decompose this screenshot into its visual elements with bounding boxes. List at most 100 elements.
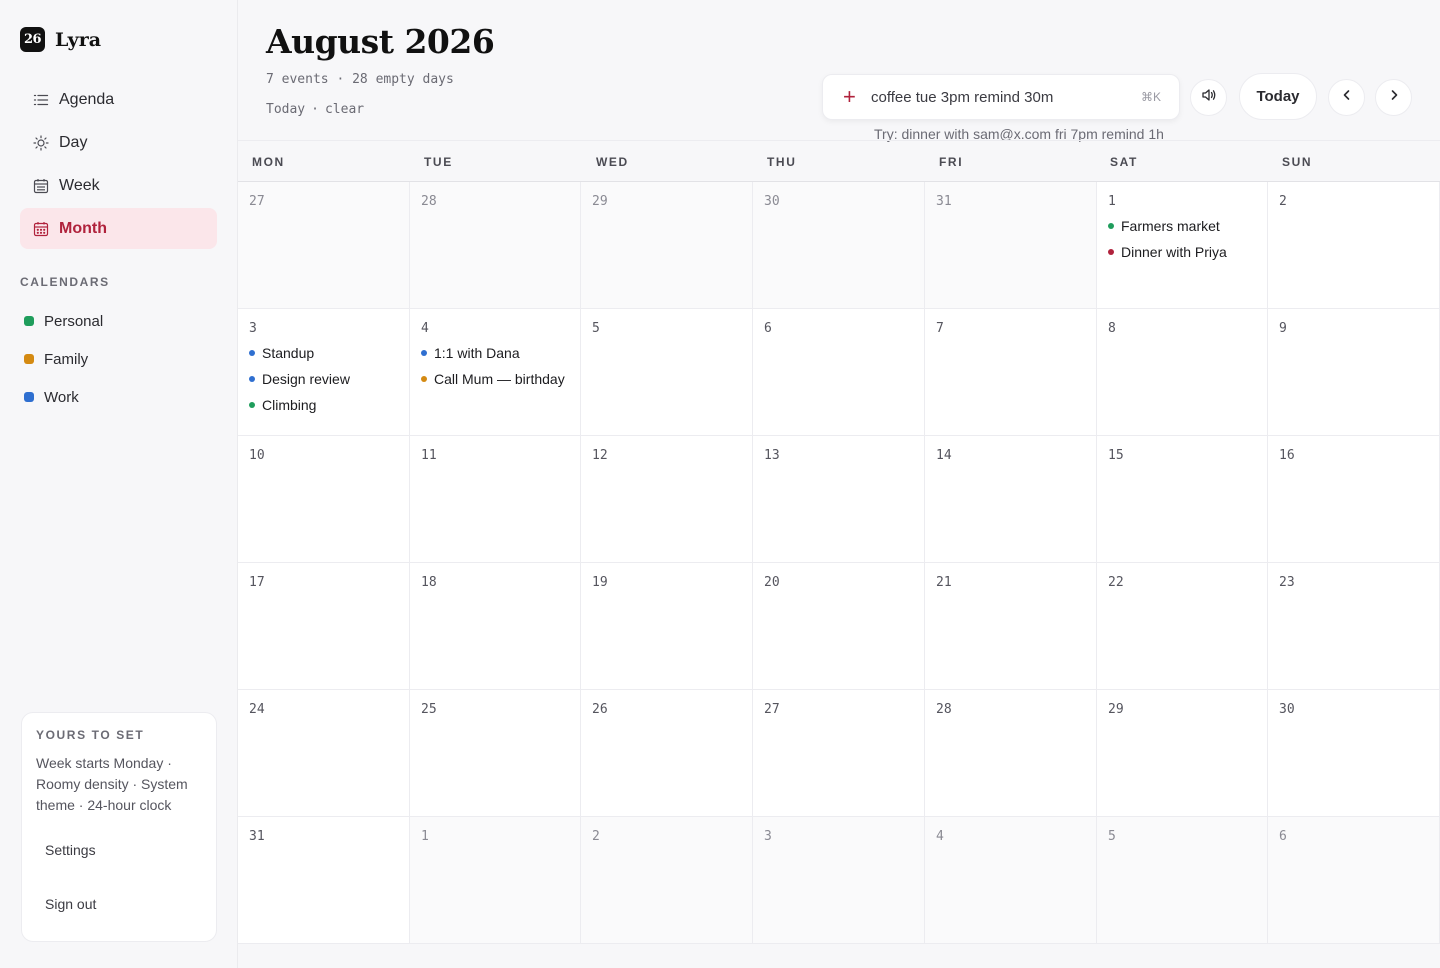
page-title: August 2026	[266, 22, 495, 61]
day-number: 1	[421, 829, 429, 844]
day-cell[interactable]: 13	[753, 436, 925, 563]
day-cell[interactable]: 23	[1268, 563, 1440, 690]
calendar-color-swatch	[24, 316, 34, 326]
day-number: 28	[936, 702, 952, 717]
calendar-event[interactable]: Climbing	[249, 396, 398, 414]
day-cell[interactable]: 29	[581, 182, 753, 309]
day-number: 24	[249, 702, 265, 717]
day-cell[interactable]: 6	[753, 309, 925, 436]
day-number: 27	[764, 702, 780, 717]
day-number: 15	[1108, 448, 1124, 463]
day-cell[interactable]: 30	[753, 182, 925, 309]
clear-link[interactable]: clear	[325, 102, 364, 117]
day-cell[interactable]: 7	[925, 309, 1097, 436]
day-cell[interactable]: 4 1:1 with Dana Call Mum — birthday	[410, 309, 581, 436]
calendar-list: Personal Family Work	[20, 302, 217, 416]
calendar-item-work[interactable]: Work	[20, 378, 217, 416]
nav-item-label: Week	[59, 176, 100, 194]
day-cell[interactable]: 15	[1097, 436, 1268, 563]
event-title: Dinner with Priya	[1121, 244, 1227, 260]
calendar-event[interactable]: Design review	[249, 370, 398, 388]
day-cell[interactable]: 20	[753, 563, 925, 690]
calendar-event[interactable]: Dinner with Priya	[1108, 243, 1256, 261]
calendar-color-swatch	[24, 392, 34, 402]
calendar-event[interactable]: Standup	[249, 344, 398, 362]
day-cell[interactable]: 24	[238, 690, 410, 817]
today-button[interactable]: Today	[1239, 73, 1317, 120]
quick-add-input[interactable]	[871, 88, 1141, 106]
day-cell[interactable]: 4	[925, 817, 1097, 944]
day-cell[interactable]: 27	[238, 182, 410, 309]
day-number: 27	[249, 194, 265, 209]
day-cell[interactable]: 16	[1268, 436, 1440, 563]
day-number: 17	[249, 575, 265, 590]
day-cell[interactable]: 3	[753, 817, 925, 944]
event-color-dot	[1108, 223, 1114, 229]
nav-item-agenda[interactable]: Agenda	[20, 79, 217, 120]
day-cell[interactable]: 9	[1268, 309, 1440, 436]
nav-item-label: Month	[59, 219, 107, 237]
day-cell[interactable]: 29	[1097, 690, 1268, 817]
day-cell[interactable]: 22	[1097, 563, 1268, 690]
day-cell[interactable]: 6	[1268, 817, 1440, 944]
day-cell[interactable]: 31	[925, 182, 1097, 309]
sun-icon	[32, 134, 49, 151]
calendar-item-family[interactable]: Family	[20, 340, 217, 378]
day-number: 9	[1279, 321, 1287, 336]
day-cell[interactable]: 12	[581, 436, 753, 563]
day-number: 31	[936, 194, 952, 209]
weekday-label: FRI	[939, 155, 964, 169]
calendar-month-icon	[32, 220, 49, 237]
day-cell[interactable]: 26	[581, 690, 753, 817]
day-cell[interactable]: 5	[581, 309, 753, 436]
day-cell[interactable]: 14	[925, 436, 1097, 563]
event-color-dot	[421, 376, 427, 382]
day-cell[interactable]: 21	[925, 563, 1097, 690]
quick-add-bar[interactable]: + ⌘K	[822, 74, 1180, 120]
day-cell[interactable]: 27	[753, 690, 925, 817]
calendars-section-title: CALENDARS	[20, 275, 110, 289]
calendar-week-icon	[32, 177, 49, 194]
nav-item-week[interactable]: Week	[20, 165, 217, 206]
previous-month-button[interactable]	[1328, 79, 1365, 116]
event-title: Climbing	[262, 397, 317, 413]
day-cell[interactable]: 28	[410, 182, 581, 309]
day-cell[interactable]: 1 Farmers market Dinner with Priya	[1097, 182, 1268, 309]
day-cell[interactable]: 5	[1097, 817, 1268, 944]
day-cell[interactable]: 3 Standup Design review Climbing	[238, 309, 410, 436]
settings-link[interactable]: Settings	[36, 832, 204, 868]
weekday-label: MON	[252, 155, 285, 169]
day-number: 30	[764, 194, 780, 209]
day-number: 12	[592, 448, 608, 463]
day-cell[interactable]: 17	[238, 563, 410, 690]
brand[interactable]: 26 Lyra	[20, 27, 101, 52]
day-number: 28	[421, 194, 437, 209]
day-cell[interactable]: 2	[581, 817, 753, 944]
day-cell[interactable]: 31	[238, 817, 410, 944]
day-cell[interactable]: 1	[410, 817, 581, 944]
sign-out-link[interactable]: Sign out	[36, 886, 204, 922]
day-cell[interactable]: 28	[925, 690, 1097, 817]
day-number: 18	[421, 575, 437, 590]
day-cell[interactable]: 10	[238, 436, 410, 563]
day-cell[interactable]: 19	[581, 563, 753, 690]
today-link[interactable]: Today	[266, 102, 305, 117]
month-grid: MON TUE WED THU FRI SAT SUN 27 28 29 30 31 1 F…	[238, 140, 1440, 944]
day-cell[interactable]: 30	[1268, 690, 1440, 817]
day-cell[interactable]: 8	[1097, 309, 1268, 436]
day-cell[interactable]: 18	[410, 563, 581, 690]
nav-item-day[interactable]: Day	[20, 122, 217, 163]
day-number: 19	[592, 575, 608, 590]
nav-item-month[interactable]: Month	[20, 208, 217, 249]
calendar-event[interactable]: 1:1 with Dana	[421, 344, 569, 362]
next-month-button[interactable]	[1375, 79, 1412, 116]
voice-button[interactable]	[1190, 79, 1227, 116]
calendar-event[interactable]: Call Mum — birthday	[421, 370, 569, 388]
day-cell[interactable]: 2	[1268, 182, 1440, 309]
day-cell[interactable]: 25	[410, 690, 581, 817]
calendar-item-personal[interactable]: Personal	[20, 302, 217, 340]
brand-name: Lyra	[55, 28, 102, 51]
day-cell[interactable]: 11	[410, 436, 581, 563]
calendar-event[interactable]: Farmers market	[1108, 217, 1256, 235]
day-number: 29	[1108, 702, 1124, 717]
